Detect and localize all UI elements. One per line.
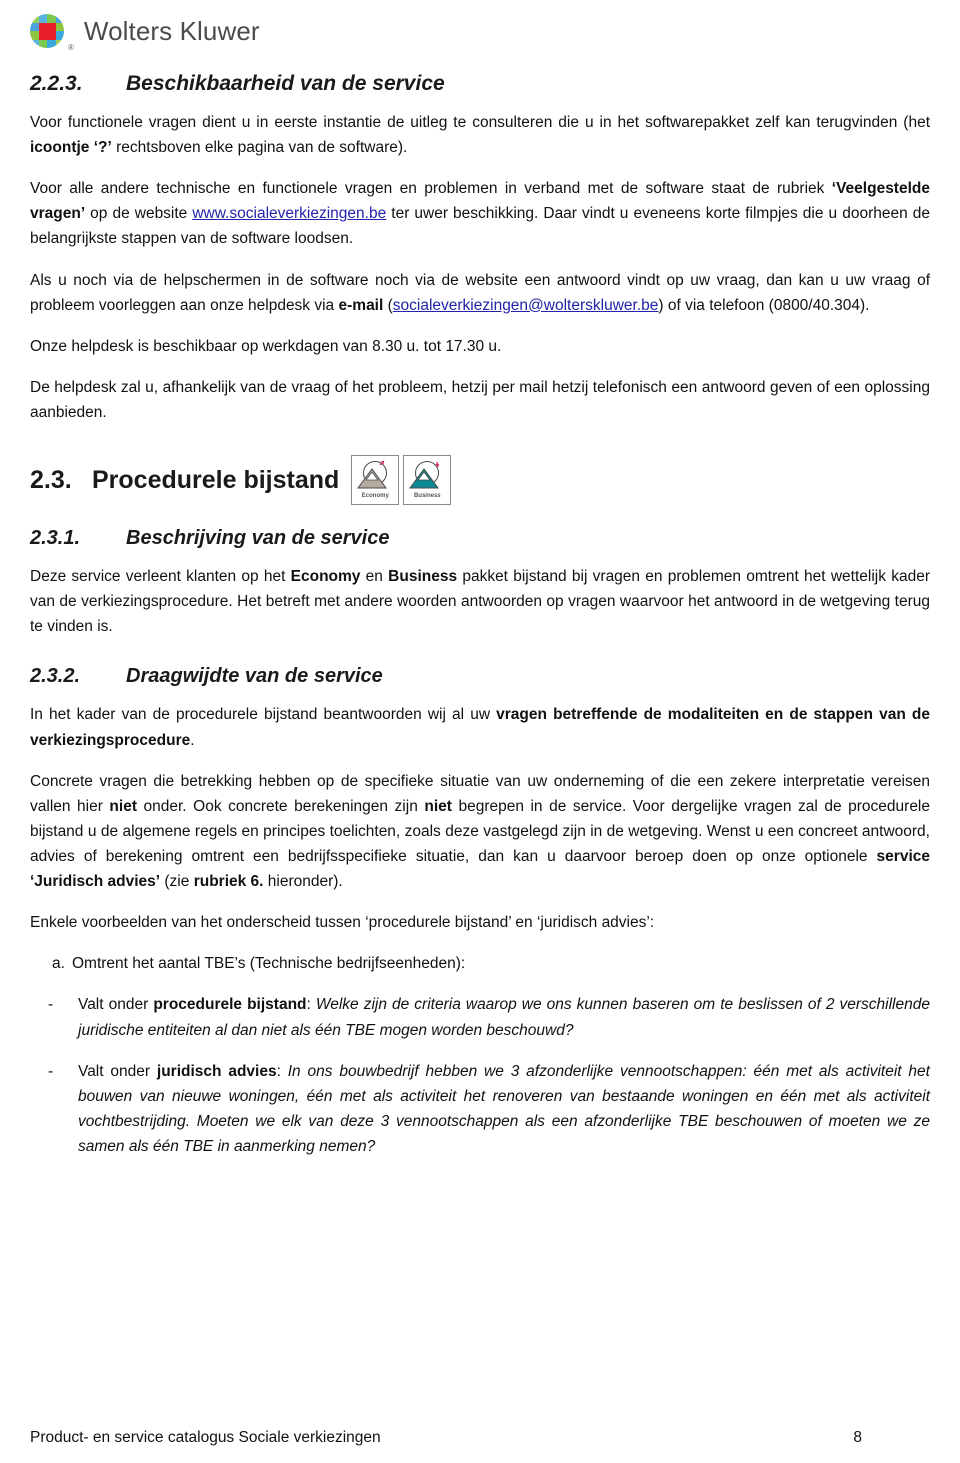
heading-2-2-3-number: 2.2.3. — [30, 72, 83, 95]
package-icon-group: Economy Business — [351, 455, 452, 506]
document-page: ® Wolters Kluwer 2.2.3. Beschikbaarheid … — [0, 0, 960, 1463]
registered-trademark-icon: ® — [68, 43, 74, 52]
text-run: onder. Ook concrete berekeningen zijn — [136, 797, 425, 815]
email-link[interactable]: socialeverkiezingen@wolterskluwer.be — [393, 297, 659, 314]
text-bold-niet-1: niet — [109, 797, 137, 815]
list-item-marker: - — [48, 1062, 54, 1080]
heading-2-3: 2.3. Procedurele bijstand Economy Busine… — [30, 455, 930, 506]
business-package-icon: Business — [403, 455, 452, 506]
list-item: a. Omtrent het aantal TBE’s (Technische … — [30, 951, 930, 976]
text-bold-business: Business — [388, 568, 458, 586]
text-run: Valt onder — [78, 996, 154, 1014]
list-item: - Valt onder procedurele bijstand: Welke… — [30, 992, 930, 1042]
footer-title: Product- en service catalogus Sociale ve… — [30, 1429, 381, 1446]
list-item-text: Omtrent het aantal TBE’s (Technische bed… — [72, 955, 466, 973]
text-bold-email: e-mail — [338, 296, 384, 314]
text-bold-procedurele-bijstand: procedurele bijstand — [153, 996, 307, 1014]
heading-2-3-1-title: Beschrijving van de service — [126, 527, 390, 550]
paragraph-functionele-vragen: Voor functionele vragen dient u in eerst… — [30, 110, 930, 160]
text-bold-rubriek-6: rubriek 6. — [193, 873, 264, 891]
heading-2-3-number: 2.3. — [30, 465, 72, 494]
paragraph-draagwijdte-intro: In het kader van de procedurele bijstand… — [30, 702, 930, 752]
text-bold-juridisch-advies: juridisch advies — [156, 1062, 277, 1080]
economy-mountain-icon — [357, 460, 388, 489]
wolters-kluwer-logo-icon — [30, 14, 64, 48]
heading-2-2-3-title: Beschikbaarheid van de service — [126, 72, 445, 95]
business-package-label: Business — [413, 493, 441, 500]
text-run: Voor alle andere technische en functione… — [30, 180, 832, 198]
economy-package-icon: Economy — [351, 455, 400, 506]
paragraph-beschrijving-service: Deze service verleent klanten op het Eco… — [30, 564, 930, 639]
list-item-marker: a. — [52, 955, 65, 973]
text-run: . — [190, 731, 195, 749]
text-run: Valt onder — [78, 1062, 157, 1080]
text-run: : — [276, 1062, 288, 1080]
heading-2-3-2-number: 2.3.2. — [30, 665, 81, 688]
business-mountain-icon — [409, 461, 440, 489]
list-item-marker: - — [48, 996, 54, 1014]
heading-2-2-3: 2.2.3. Beschikbaarheid van de service — [30, 72, 930, 96]
text-run: ( — [383, 296, 393, 314]
text-bold-niet-2: niet — [424, 797, 452, 815]
heading-2-3-2: 2.3.2. Draagwijdte van de service — [30, 665, 930, 688]
brand-header: ® Wolters Kluwer — [30, 0, 930, 54]
text-bold-icoontje: icoontje ‘?’ — [30, 139, 112, 157]
website-link[interactable]: www.socialeverkiezingen.be — [192, 205, 386, 222]
paragraph-voorbeelden-intro: Enkele voorbeelden van het onderscheid t… — [30, 914, 655, 932]
heading-2-3-1: 2.3.1. Beschrijving van de service — [30, 527, 930, 550]
heading-2-3-1-number: 2.3.1. — [30, 527, 81, 550]
paragraph-concrete-vragen: Concrete vragen die betrekking hebben op… — [30, 769, 930, 895]
text-run: ) of via telefoon (0800/40.304). — [658, 296, 870, 314]
text-run: Deze service verleent klanten op het — [30, 568, 291, 586]
text-run: en — [360, 568, 389, 586]
page-footer: Product- en service catalogus Sociale ve… — [30, 1429, 930, 1447]
paragraph-technische-vragen: Voor alle andere technische en functione… — [30, 176, 930, 251]
text-run: (zie — [160, 873, 194, 891]
text-run: : — [306, 996, 316, 1014]
paragraph-helpdesk-antwoord: De helpdesk zal u, afhankelijk van de vr… — [30, 378, 930, 421]
text-run: In het kader van de procedurele bijstand… — [30, 706, 497, 724]
heading-2-3-2-title: Draagwijdte van de service — [126, 665, 383, 688]
text-run: Voor functionele vragen dient u in eerst… — [30, 114, 930, 131]
text-bold-economy: Economy — [290, 568, 361, 586]
list-item-text: Valt onder juridisch advies: In ons bouw… — [78, 1059, 930, 1159]
footer-page-number: 8 — [853, 1429, 862, 1446]
paragraph-helpdesk-contact: Als u noch via de helpschermen in de sof… — [30, 268, 930, 318]
paragraph-helpdesk-uren: Onze helpdesk is beschikbaar op werkdage… — [30, 337, 502, 355]
list-item-text: Valt onder procedurele bijstand: Welke z… — [78, 992, 930, 1042]
list-item: - Valt onder juridisch advies: In ons bo… — [30, 1059, 930, 1159]
heading-2-3-title: Procedurele bijstand — [92, 465, 340, 494]
text-run: rechtsboven elke pagina van de software)… — [111, 139, 408, 157]
brand-name: Wolters Kluwer — [83, 15, 260, 46]
economy-package-label: Economy — [361, 493, 389, 500]
text-run: hieronder). — [263, 873, 343, 891]
text-run: op de website — [85, 205, 193, 223]
